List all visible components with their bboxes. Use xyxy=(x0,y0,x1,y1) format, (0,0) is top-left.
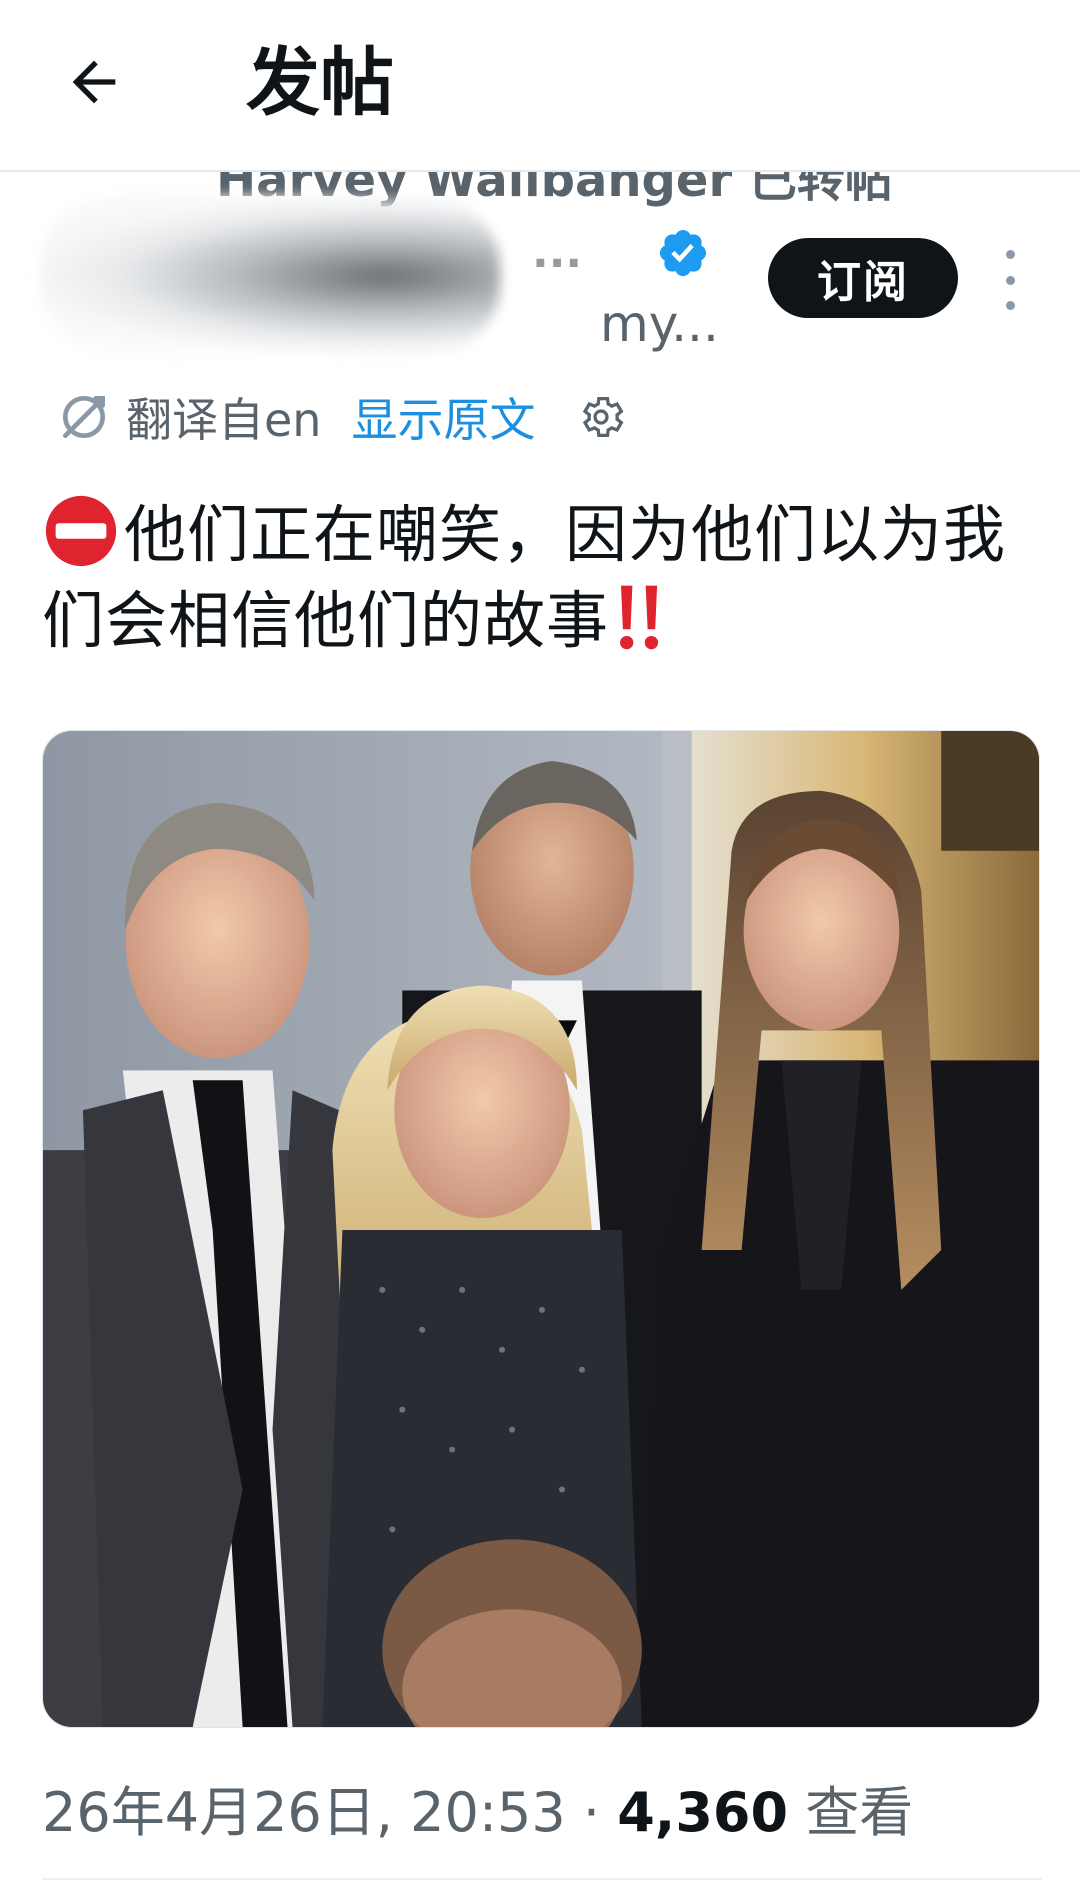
post-body-text: 他们正在嘲笑，因为他们以为我们会相信他们的故事 xyxy=(42,498,1007,657)
no-entry-emoji xyxy=(45,495,117,567)
more-dot xyxy=(1005,250,1015,259)
arrow-left-icon xyxy=(72,60,116,104)
post-datetime[interactable]: 26年4月26日, 20:53 xyxy=(42,1781,566,1844)
more-vertical-icon[interactable] xyxy=(994,250,1026,310)
translate-icon xyxy=(62,396,105,438)
author-name[interactable]: ... xyxy=(532,228,582,278)
post-meta: 26年4月26日, 20:53 · 4,360 查看 xyxy=(42,1778,913,1848)
author-handle[interactable]: my... xyxy=(600,296,719,352)
meta-separator: · xyxy=(565,1781,618,1844)
double-exclamation-emoji xyxy=(620,585,659,650)
page-title: 发帖 xyxy=(246,40,394,126)
photo-illustration xyxy=(43,731,1039,1727)
more-dot xyxy=(1005,301,1015,310)
views-count: 4,360 xyxy=(617,1781,789,1844)
translated-from-label: 翻译自en xyxy=(126,393,322,447)
show-original-link[interactable]: 显示原文 xyxy=(351,384,535,450)
post-image[interactable] xyxy=(42,730,1040,1728)
back-button[interactable] xyxy=(56,44,132,120)
more-dot xyxy=(1005,275,1015,285)
author-avatar-redacted[interactable] xyxy=(40,196,500,356)
top-app-bar: 发帖 xyxy=(0,0,1080,172)
translation-bar: 翻译自en 显示原文 xyxy=(56,382,627,452)
post-text: 他们正在嘲笑，因为他们以为我们会相信他们的故事 xyxy=(42,492,1042,664)
verified-badge-icon xyxy=(659,229,707,277)
divider xyxy=(42,1878,1042,1880)
subscribe-button[interactable]: 订阅 xyxy=(768,238,958,318)
post-detail-screen: 发帖 Harvey Wallbanger 已转帖 ... my... 订阅 翻译… xyxy=(0,0,1080,1899)
views-label: 查看 xyxy=(788,1781,914,1844)
gear-icon[interactable] xyxy=(575,391,627,443)
